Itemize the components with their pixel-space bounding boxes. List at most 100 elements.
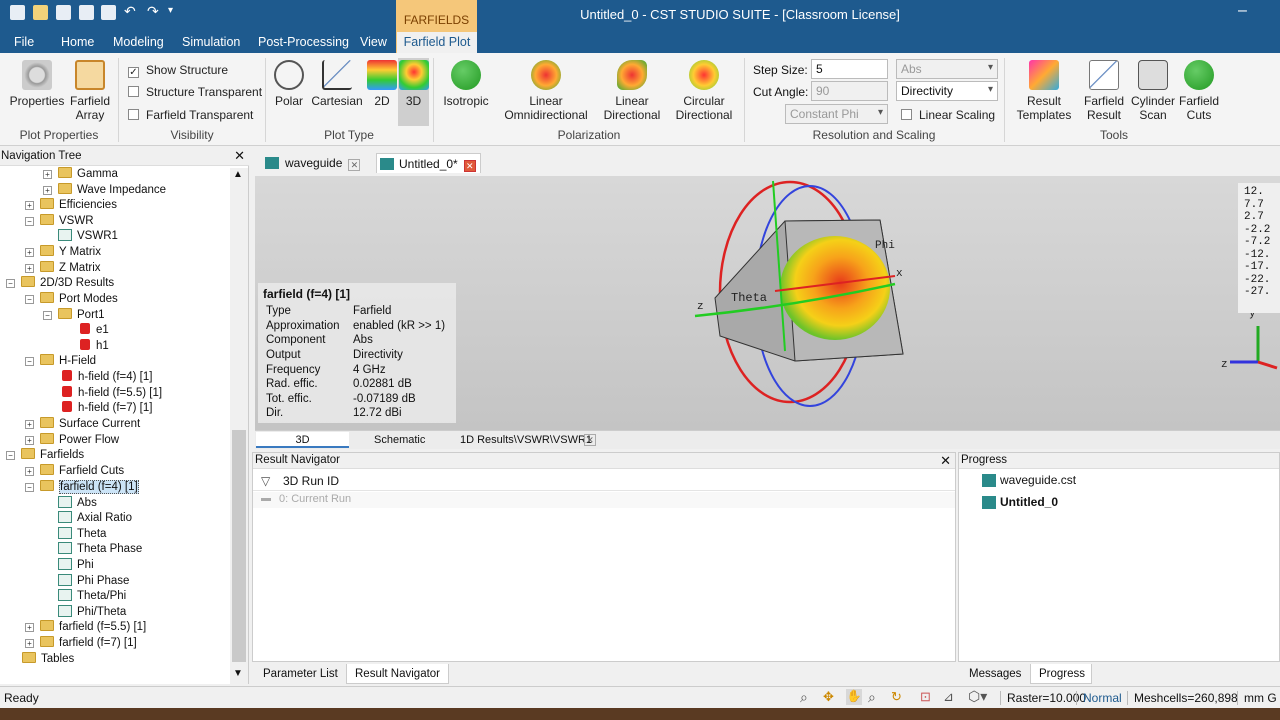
bounding-box-icon[interactable]: ⊡ (920, 689, 931, 705)
zoom-fit-icon[interactable]: ⌕ (868, 689, 876, 706)
tree-item-theta[interactable]: Theta (58, 526, 106, 542)
tree-item-h1[interactable]: h1 (80, 338, 109, 354)
new-file-icon[interactable] (10, 5, 25, 20)
cartesian-button[interactable]: Cartesian (310, 60, 364, 108)
tree-item-farfield-f4[interactable]: − farfield (f=4) [1] (25, 479, 139, 495)
view-tab-schematic[interactable]: Schematic (374, 432, 425, 448)
tree-item-farfield-cuts[interactable]: + Farfield Cuts (25, 463, 124, 479)
view-mode[interactable]: Normal (1076, 691, 1122, 705)
tab-modeling[interactable]: Modeling (113, 35, 164, 49)
component-select[interactable]: Abs (896, 59, 998, 79)
properties-button[interactable]: Properties (6, 60, 68, 108)
tree-item-gamma[interactable]: + Gamma (43, 166, 118, 182)
farfield-result-button[interactable]: Farfield Result (1080, 60, 1128, 122)
collapse-icon[interactable]: − (25, 483, 34, 492)
view-tab-1d-results[interactable]: 1D Results\VSWR\VSWR1 ✕ (460, 432, 596, 448)
tree-item-vswr1[interactable]: VSWR1 (58, 228, 118, 244)
collapse-icon[interactable]: − (43, 311, 52, 320)
rotate-view-icon[interactable]: ↻ (891, 689, 902, 705)
list-item[interactable]: Untitled_0 (982, 495, 1058, 509)
doc-tab-waveguide[interactable]: waveguide ✕ (263, 153, 361, 173)
save-all-icon[interactable] (79, 5, 94, 20)
tree-item-2d3d-results[interactable]: −2D/3D Results (6, 275, 114, 291)
expand-icon[interactable]: + (25, 639, 34, 648)
collapse-icon[interactable]: − (25, 357, 34, 366)
close-tab-icon[interactable]: ✕ (348, 159, 361, 171)
tree-item-efficiencies[interactable]: + Efficiencies (25, 197, 117, 213)
linear-scaling-checkbox[interactable]: Linear Scaling (901, 108, 995, 122)
menu-file[interactable]: File (14, 35, 34, 49)
tree-item-wave-impedance[interactable]: + Wave Impedance (43, 182, 166, 198)
show-structure-checkbox[interactable]: ✓ Show Structure (128, 63, 228, 78)
tab-farfield-plot[interactable]: Farfield Plot (397, 32, 477, 53)
tab-simulation[interactable]: Simulation (182, 35, 240, 49)
scroll-up-icon[interactable]: ▲ (233, 169, 243, 180)
tree-item-power-flow[interactable]: + Power Flow (25, 432, 119, 448)
tree-item-phi-theta[interactable]: Phi/Theta (58, 604, 126, 620)
rotate-icon[interactable]: ✋ (846, 689, 862, 705)
run-id-column[interactable]: 3D Run ID (283, 474, 339, 488)
working-plane-icon[interactable]: ⊿ (943, 689, 954, 705)
scroll-down-icon[interactable]: ▼ (233, 668, 243, 679)
cut-angle-input[interactable]: 90 (811, 81, 888, 101)
print-icon[interactable] (101, 5, 116, 20)
tree-item-phi-phase[interactable]: Phi Phase (58, 573, 129, 589)
zoom-icon[interactable]: ⌕ (800, 689, 808, 706)
output-select[interactable]: Directivity (896, 81, 998, 101)
tree-item-e1[interactable]: e1 (80, 322, 109, 338)
expand-icon[interactable]: + (25, 201, 34, 210)
result-templates-button[interactable]: Result Templates (1012, 60, 1076, 122)
tree-item-h-field-f7[interactable]: h-field (f=7) [1] (62, 400, 152, 416)
tab-result-navigator[interactable]: Result Navigator (346, 664, 450, 684)
view-tab-3d[interactable]: 3D (256, 432, 349, 448)
doc-tab-untitled[interactable]: Untitled_0* ✕ (376, 153, 481, 173)
tab-progress[interactable]: Progress (1030, 664, 1092, 684)
tree-item-theta-phase[interactable]: Theta Phase (58, 541, 142, 557)
pan-icon[interactable]: ✥ (823, 689, 834, 705)
2d-button[interactable]: 2D (366, 60, 398, 108)
expand-icon[interactable]: + (25, 467, 34, 476)
tab-view[interactable]: View (360, 35, 387, 49)
tree-item-farfield-f5-5[interactable]: + farfield (f=5.5) [1] (25, 619, 146, 635)
tree-item-h-field-f5-5[interactable]: h-field (f=5.5) [1] (62, 385, 162, 401)
farfield-transparent-checkbox[interactable]: Farfield Transparent (128, 108, 253, 122)
structure-transparent-checkbox[interactable]: Structure Transparent (128, 85, 262, 99)
tree-item-tables[interactable]: Tables (22, 651, 74, 667)
nav-scrollbar-thumb[interactable] (232, 430, 246, 662)
close-icon[interactable]: ✕ (234, 148, 245, 164)
expand-icon[interactable]: + (25, 420, 34, 429)
expand-icon[interactable]: + (43, 170, 52, 179)
expand-icon[interactable]: + (25, 436, 34, 445)
tab-messages[interactable]: Messages (961, 664, 1029, 684)
customize-qat-icon[interactable]: ▾ (168, 5, 173, 16)
tree-item-port1[interactable]: − Port1 (43, 307, 105, 323)
tree-item-h-field-f4[interactable]: h-field (f=4) [1] (62, 369, 152, 385)
tree-item-z-matrix[interactable]: + Z Matrix (25, 260, 101, 276)
undo-icon[interactable]: ↶ (124, 3, 136, 20)
collapse-icon[interactable]: − (25, 295, 34, 304)
tree-item-surface-current[interactable]: + Surface Current (25, 416, 140, 432)
tab-parameter-list[interactable]: Parameter List (255, 664, 346, 684)
tab-home[interactable]: Home (61, 35, 94, 49)
cylinder-scan-button[interactable]: Cylinder Scan (1130, 60, 1176, 122)
expand-icon[interactable]: + (25, 264, 34, 273)
3d-button[interactable]: 3D (398, 58, 429, 126)
tree-item-theta-phi[interactable]: Theta/Phi (58, 588, 126, 604)
tree-item-y-matrix[interactable]: + Y Matrix (25, 244, 101, 260)
close-tab-icon[interactable]: ✕ (584, 434, 596, 446)
tree-item-phi[interactable]: Phi (58, 557, 94, 573)
save-icon[interactable] (56, 5, 71, 20)
open-folder-icon[interactable] (33, 5, 48, 20)
tree-item-axial-ratio[interactable]: Axial Ratio (58, 510, 132, 526)
filter-icon[interactable]: ▽ (261, 474, 270, 488)
collapse-icon[interactable]: − (6, 279, 15, 288)
circular-directional-button[interactable]: Circular Directional (672, 60, 736, 122)
view-cube-icon[interactable]: ⬡▾ (968, 688, 987, 705)
list-item[interactable]: waveguide.cst (982, 473, 1076, 487)
constant-select[interactable]: Constant Phi (785, 104, 888, 124)
expand-icon[interactable]: + (43, 186, 52, 195)
close-tab-icon[interactable]: ✕ (463, 160, 476, 172)
collapse-icon[interactable]: − (6, 451, 15, 460)
tree-item-h-field[interactable]: − H-Field (25, 353, 96, 369)
isotropic-button[interactable]: Isotropic (440, 60, 492, 108)
